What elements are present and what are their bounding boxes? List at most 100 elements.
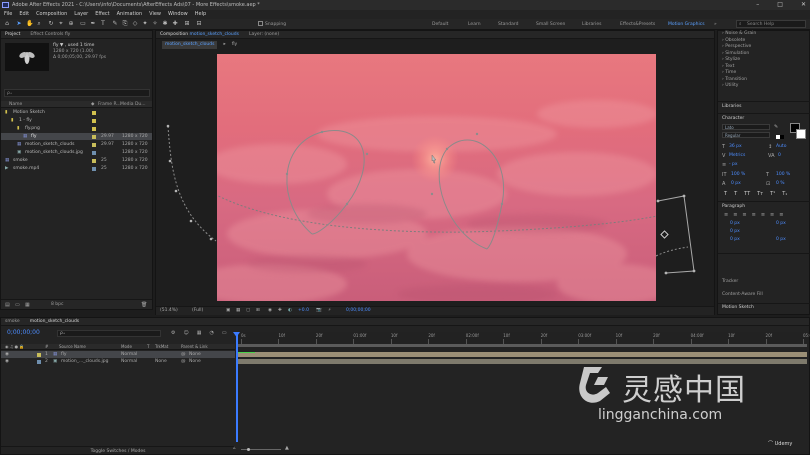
track-layer-1[interactable] — [237, 352, 807, 357]
tab-project[interactable]: Project — [5, 31, 20, 38]
layer-mode-dropdown[interactable]: Normal — [121, 358, 137, 365]
stroke-color-swatch[interactable] — [796, 129, 806, 139]
label-color-swatch[interactable] — [92, 150, 96, 155]
kerning-value[interactable]: Metrics — [729, 153, 745, 158]
justify-all-icon[interactable]: ≡ — [779, 212, 783, 218]
snapshot-icon[interactable]: 📷 — [316, 307, 322, 315]
workspace-learn[interactable]: Learn — [468, 20, 481, 29]
type-tool-icon[interactable]: T — [100, 21, 106, 27]
leading-value[interactable]: Auto — [776, 144, 786, 149]
effect-category[interactable]: › Simulation — [722, 51, 749, 57]
trash-icon[interactable]: 🗑 — [141, 302, 147, 308]
project-item[interactable]: ▦ motion_sketch_clouds 29.97 1280 x 720 — [1, 141, 152, 148]
baseline-shift-value[interactable]: 0 px — [731, 181, 741, 186]
effect-category[interactable]: › Time — [722, 70, 736, 76]
project-item[interactable]: ▣ motion_sketch_clouds.jpg 1280 x 720 — [1, 149, 152, 156]
small-caps-icon[interactable]: Tт — [757, 191, 763, 197]
new-folder-icon[interactable]: ▭ — [15, 302, 20, 308]
project-item[interactable]: ▮ fly.png — [1, 125, 152, 132]
col-frame-rate[interactable]: Frame R... — [98, 101, 121, 108]
layer-row[interactable]: ◉ 2 ▣ motion_..._clouds.jpg Normal None @ None — [1, 358, 235, 365]
project-item[interactable]: ▶ smoke.mp4 25 1280 x 720 — [1, 165, 152, 172]
pickwhip-icon[interactable]: @ — [181, 358, 186, 365]
eraser-tool-icon[interactable]: ◇ — [132, 21, 138, 27]
layer-label-swatch[interactable] — [37, 359, 41, 364]
zoom-tool-icon[interactable]: ⌕ — [36, 21, 42, 27]
anchor-point-icon[interactable] — [660, 230, 669, 239]
pen-tool-icon[interactable]: ✒ — [90, 21, 96, 27]
content-aware-fill-header[interactable]: Content-Aware Fill — [722, 292, 763, 298]
playhead[interactable] — [236, 332, 238, 442]
breadcrumb-comp[interactable]: motion_sketch_clouds — [162, 41, 218, 49]
brush-tool-icon[interactable]: ✎ — [112, 21, 118, 27]
selection-tool-icon[interactable]: ➤ — [16, 21, 22, 27]
close-icon[interactable]: ✕ — [801, 0, 806, 10]
superscript-icon[interactable]: T¹ — [770, 191, 775, 197]
effect-category[interactable]: › Noise & Grain — [722, 31, 756, 37]
visibility-icon[interactable]: ◉ — [5, 358, 9, 365]
pin-tool-icon[interactable]: ✱ — [162, 21, 168, 27]
effect-category[interactable]: › Utility — [722, 83, 738, 89]
layer-trkmat-dropdown[interactable]: None — [155, 358, 167, 365]
effect-category[interactable]: › Obsolete — [722, 38, 745, 44]
project-search-input[interactable]: ρ₊ — [4, 89, 150, 97]
layer-row[interactable]: ◉ 1 ▦ fly Normal @ None — [1, 351, 235, 358]
hand-tool-icon[interactable]: ✋ — [26, 21, 33, 27]
region-icon[interactable]: ▣ — [226, 307, 230, 315]
minimize-icon[interactable]: – — [756, 0, 759, 10]
maximize-icon[interactable]: □ — [777, 0, 783, 10]
work-area-bar[interactable] — [237, 344, 807, 347]
local-axis-icon[interactable]: ⊞ — [184, 21, 190, 27]
exposure-value[interactable]: +0.0 — [298, 307, 309, 315]
quality-dropdown[interactable]: (Full) — [192, 307, 203, 315]
menu-effect[interactable]: Effect — [95, 10, 109, 19]
project-item[interactable]: ▮ 1 - fly — [1, 117, 152, 124]
project-item[interactable]: ▦ fly 29.97 1280 x 720 — [1, 133, 152, 140]
workspace-standard[interactable]: Standard — [498, 20, 518, 29]
exposure-icon[interactable]: ◐ — [288, 307, 292, 315]
faux-bold-icon[interactable]: T — [724, 191, 727, 197]
justify-right-icon[interactable]: ≡ — [770, 212, 774, 218]
justify-center-icon[interactable]: ≡ — [761, 212, 765, 218]
paragraph-header[interactable]: Paragraph — [722, 204, 745, 210]
subscript-icon[interactable]: T₁ — [782, 191, 787, 197]
justify-left-icon[interactable]: ≡ — [752, 212, 756, 218]
font-family-dropdown[interactable]: Lato — [722, 124, 770, 130]
space-before-value[interactable]: 0 px — [730, 237, 740, 242]
timeline-timecode[interactable]: 0;00;00;00 — [7, 329, 40, 336]
stroke-width-value[interactable]: - px — [729, 162, 738, 167]
eyedropper-icon[interactable]: ✎ — [774, 124, 778, 130]
col-mode[interactable]: Mode — [121, 344, 132, 350]
horizontal-scale-value[interactable]: 100 % — [776, 172, 790, 177]
label-color-swatch[interactable] — [92, 142, 96, 147]
tab-smoke[interactable]: smoke — [5, 318, 20, 325]
label-color-swatch[interactable] — [92, 134, 96, 139]
rotate-tool-icon[interactable]: ↻ — [48, 21, 54, 27]
layer-name[interactable]: fly — [61, 351, 117, 358]
font-style-dropdown[interactable]: Regular — [722, 132, 770, 138]
zoom-dropdown[interactable]: (51.4%) — [160, 307, 178, 315]
col-source-name[interactable]: Source Name — [59, 344, 86, 350]
roto-brush-tool-icon[interactable]: ✦ — [142, 21, 148, 27]
clone-stamp-tool-icon[interactable]: ⎘ — [122, 21, 128, 27]
space-after-value[interactable]: 0 px — [776, 237, 786, 242]
motion-blur-icon[interactable]: ◔ — [209, 330, 213, 336]
menu-help[interactable]: Help — [195, 10, 206, 19]
menu-file[interactable]: File — [4, 10, 12, 19]
pan-behind-tool-icon[interactable]: ⊕ — [68, 21, 74, 27]
tab-composition[interactable]: Composition motion_sketch_clouds — [160, 31, 239, 38]
effect-category[interactable]: › Perspective — [722, 44, 751, 50]
tab-layer[interactable]: Layer: (none) — [249, 31, 279, 38]
tracking-value[interactable]: 0 — [778, 153, 781, 158]
snapping-checkbox[interactable] — [258, 21, 263, 26]
label-color-swatch[interactable] — [92, 110, 96, 115]
menu-view[interactable]: View — [149, 10, 161, 19]
layer-parent-dropdown[interactable]: None — [189, 358, 201, 365]
zoom-out-icon[interactable]: ▵ — [233, 445, 236, 451]
indent-left-value[interactable]: 0 px — [730, 221, 740, 226]
menu-animation[interactable]: Animation — [117, 10, 143, 19]
vertical-scale-value[interactable]: 100 % — [731, 172, 745, 177]
label-color-swatch[interactable] — [92, 126, 96, 131]
pickwhip-icon[interactable]: @ — [181, 351, 186, 358]
new-comp-icon[interactable]: ▦ — [25, 302, 30, 308]
